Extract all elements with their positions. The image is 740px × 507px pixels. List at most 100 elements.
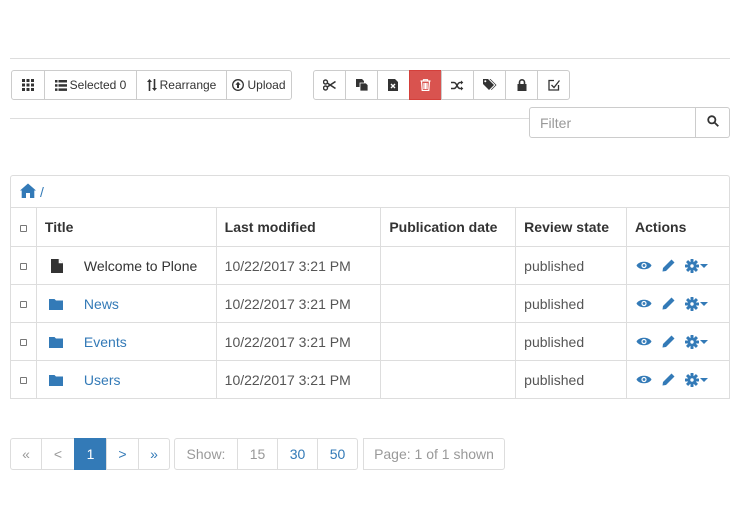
caret-down-icon <box>700 301 709 306</box>
properties-button[interactable] <box>505 70 538 100</box>
page-size-selector: Show: 15 30 50 <box>174 438 358 470</box>
page-size-option[interactable]: 15 <box>237 438 278 470</box>
search-icon <box>706 114 719 132</box>
filter-search-button[interactable] <box>696 107 730 138</box>
upload-icon <box>232 79 245 91</box>
paste-icon <box>388 79 399 91</box>
delete-button[interactable] <box>409 70 442 100</box>
cog-dropdown-icon[interactable] <box>685 372 709 387</box>
table-row: Events 10/22/2017 3:21 PM published <box>10 322 730 361</box>
filter-group <box>529 107 730 138</box>
selected-label: Selected 0 <box>69 78 127 92</box>
pencil-icon[interactable] <box>662 373 675 386</box>
row-select-cell[interactable] <box>10 360 37 399</box>
workflow-button[interactable] <box>537 70 570 100</box>
next-page-button[interactable]: > <box>106 438 139 470</box>
rearrange-label: Rearrange <box>159 78 217 92</box>
actions-cell <box>626 322 730 361</box>
row-select-cell[interactable] <box>10 284 37 323</box>
list-icon <box>54 79 67 91</box>
cog-dropdown-icon[interactable] <box>685 334 709 349</box>
eye-icon[interactable] <box>636 374 652 385</box>
sort-icon <box>146 79 157 91</box>
pencil-icon[interactable] <box>662 259 675 272</box>
current-page-button[interactable]: 1 <box>74 438 107 470</box>
cog-dropdown-icon[interactable] <box>685 296 709 311</box>
first-page-button[interactable]: « <box>10 438 42 470</box>
title-header[interactable]: Title <box>35 207 217 247</box>
paste-button[interactable] <box>377 70 410 100</box>
page-info-label: Page: 1 of 1 shown <box>363 438 505 470</box>
title-cell: Welcome to Plone <box>35 246 217 285</box>
publication-header[interactable]: Publication date <box>380 207 517 247</box>
row-select-cell[interactable] <box>10 322 37 361</box>
state-cell: published <box>515 246 628 285</box>
item-title-link[interactable]: Welcome to Plone <box>84 258 197 274</box>
publication-cell <box>380 360 517 399</box>
pencil-icon[interactable] <box>662 297 675 310</box>
pagination: « < 1 > » <box>10 438 170 470</box>
document-icon <box>47 258 67 273</box>
cut-button[interactable] <box>313 70 346 100</box>
caret-down-icon <box>700 339 709 344</box>
actions-cell <box>626 284 730 323</box>
row-checkbox[interactable] <box>19 377 27 385</box>
rearrange-button[interactable]: Rearrange <box>136 70 227 100</box>
actions-cell <box>626 246 730 285</box>
grid-view-button[interactable] <box>11 70 45 100</box>
modified-cell: 10/22/2017 3:21 PM <box>215 360 382 399</box>
top-divider <box>10 58 730 59</box>
row-checkbox[interactable] <box>19 339 27 347</box>
cog-dropdown-icon[interactable] <box>685 258 709 273</box>
table-header-row: Title Last modified Publication date Rev… <box>10 207 730 247</box>
rename-button[interactable] <box>441 70 474 100</box>
modified-header[interactable]: Last modified <box>215 207 382 247</box>
actions-toolbar <box>313 70 570 100</box>
modified-cell: 10/22/2017 3:21 PM <box>215 284 382 323</box>
row-select-cell[interactable] <box>10 246 37 285</box>
last-page-button[interactable]: » <box>138 438 170 470</box>
selection-toolbar: Selected 0 Rearrange Upload <box>11 70 292 100</box>
select-all-checkbox[interactable] <box>19 224 27 232</box>
copy-icon <box>355 79 368 91</box>
lock-icon <box>517 79 527 91</box>
actions-cell <box>626 360 730 399</box>
folder-icon <box>47 336 67 348</box>
shuffle-icon <box>451 80 464 91</box>
prev-page-button[interactable]: < <box>41 438 75 470</box>
home-icon[interactable] <box>20 183 36 201</box>
table-row: Welcome to Plone 10/22/2017 3:21 PM publ… <box>10 246 730 285</box>
row-checkbox[interactable] <box>19 301 27 309</box>
caret-down-icon <box>700 377 709 382</box>
state-header[interactable]: Review state <box>515 207 628 247</box>
copy-button[interactable] <box>345 70 378 100</box>
title-cell: News <box>35 284 217 323</box>
upload-label: Upload <box>247 78 286 92</box>
tags-button[interactable] <box>473 70 506 100</box>
caret-down-icon <box>700 263 709 268</box>
eye-icon[interactable] <box>636 336 652 347</box>
page-size-option[interactable]: 30 <box>277 438 318 470</box>
title-cell: Users <box>35 360 217 399</box>
select-all-cell[interactable] <box>10 207 37 247</box>
item-title-link[interactable]: Users <box>84 372 121 388</box>
filter-input[interactable] <box>529 107 696 138</box>
item-title-link[interactable]: Events <box>84 334 127 350</box>
eye-icon[interactable] <box>636 298 652 309</box>
eye-icon[interactable] <box>636 260 652 271</box>
upload-button[interactable]: Upload <box>226 70 292 100</box>
selected-button[interactable]: Selected 0 <box>44 70 137 100</box>
actions-header: Actions <box>626 207 730 247</box>
page-size-option[interactable]: 50 <box>317 438 358 470</box>
breadcrumb: / <box>10 175 730 207</box>
publication-cell <box>380 322 517 361</box>
pencil-icon[interactable] <box>662 335 675 348</box>
title-cell: Events <box>35 322 217 361</box>
row-checkbox[interactable] <box>19 263 27 271</box>
item-title-link[interactable]: News <box>84 296 119 312</box>
show-label: Show: <box>174 438 238 470</box>
modified-cell: 10/22/2017 3:21 PM <box>215 246 382 285</box>
state-cell: published <box>515 284 628 323</box>
modified-cell: 10/22/2017 3:21 PM <box>215 322 382 361</box>
trash-icon <box>420 79 431 91</box>
